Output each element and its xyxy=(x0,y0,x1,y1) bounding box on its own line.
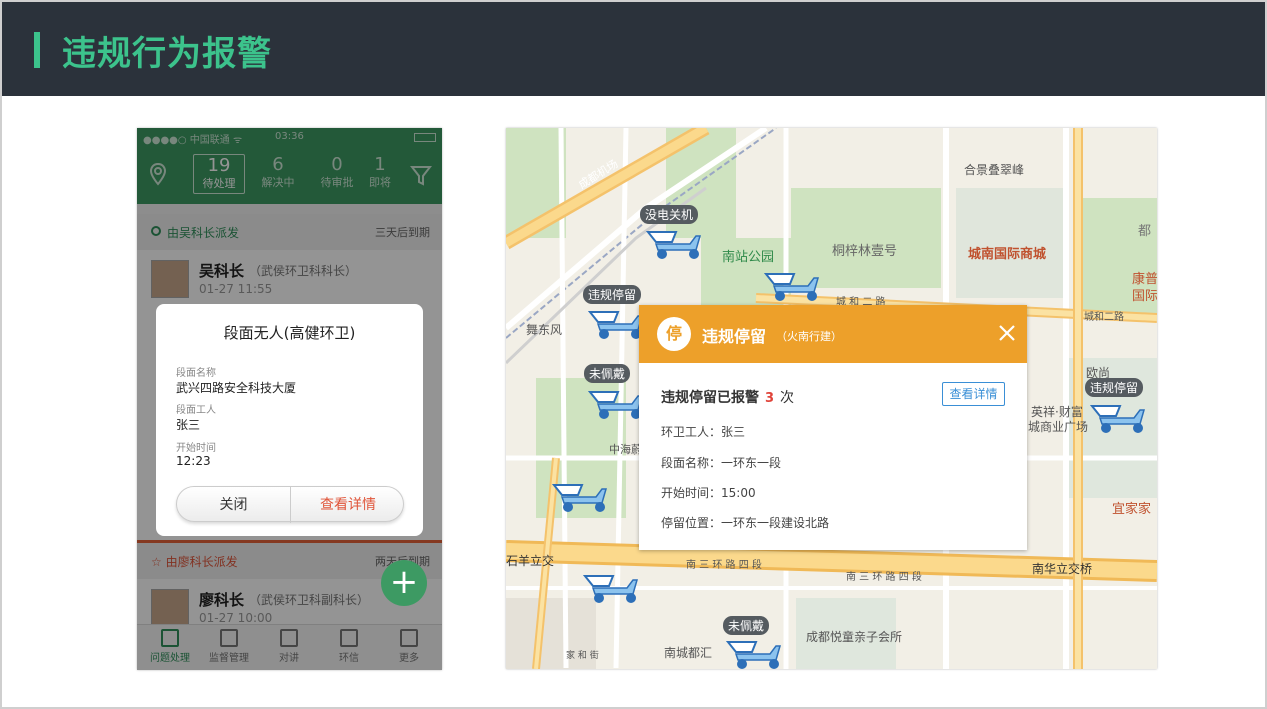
popup-header: 停 违规停留 （火南行建） xyxy=(639,305,1027,363)
map-label: 中海蔚 xyxy=(609,443,642,456)
popup-subtitle: （火南行建） xyxy=(776,330,842,343)
start-label: 开始时间 xyxy=(176,443,216,454)
add-button[interactable]: + xyxy=(381,560,427,606)
map-label: 南城都汇 xyxy=(664,646,713,660)
map-label: 舞东风 xyxy=(526,323,563,337)
scooter-marker-icon[interactable] xyxy=(552,481,614,515)
map-label: 南站公园 xyxy=(722,250,775,265)
map-label: 合景叠翠峰 xyxy=(964,163,1025,177)
alert-tag[interactable]: 没电关机 xyxy=(640,205,699,224)
map-label: 都 xyxy=(1138,224,1152,239)
map-label: 家 和 街 xyxy=(566,651,599,661)
map-label: 南 三 环 路 四 段 xyxy=(686,560,762,571)
popup-title: 违规停留 xyxy=(702,327,767,346)
map-label: 南华立交桥 xyxy=(1032,562,1093,576)
dialog-title: 段面无人(高健环卫) xyxy=(223,324,356,342)
alert-tag[interactable]: 违规停留 xyxy=(1085,378,1144,397)
map-label: 国际 xyxy=(1132,289,1157,304)
scooter-marker-icon[interactable] xyxy=(583,572,645,606)
map-view[interactable]: 成都机场 合景叠翠峰 南站公园 桐梓林壹号 城南国际商城 舞东风 中海蔚 欧尚 … xyxy=(506,128,1157,669)
close-button[interactable]: 关闭 xyxy=(177,487,291,523)
phone-screenshot: ●●●●○ 中国联通 ᯤ 03:36 19 待处理 6 解决中 0 待审批 1 … xyxy=(137,128,442,670)
stop-badge-icon: 停 xyxy=(657,317,691,351)
info-dialog: 段面无人(高健环卫) 段面名称 武兴四路安全科技大厦 段面工人 张三 开始时间 … xyxy=(156,304,423,536)
worker-value: 张三 xyxy=(176,418,201,432)
worker-label: 段面工人 xyxy=(176,405,216,416)
close-icon[interactable] xyxy=(997,323,1017,343)
alarm-prefix: 违规停留已报警 xyxy=(661,390,759,406)
map-label: 石羊立交 xyxy=(506,554,555,568)
alarm-summary: 违规停留已报警 3 次 xyxy=(661,387,794,407)
segment-value: 武兴四路安全科技大厦 xyxy=(176,381,297,395)
dialog-buttons: 关闭 查看详情 xyxy=(176,486,405,523)
map-label: 城南国际商城 xyxy=(968,247,1047,262)
map-label: 南 三 环 路 四 段 xyxy=(846,572,922,583)
map-label: 成都悦童亲子会所 xyxy=(806,630,903,644)
page-title: 违规行为报警 xyxy=(62,34,272,74)
map-label: 城和二路 xyxy=(1084,312,1124,323)
map-label: 宜家家 xyxy=(1112,502,1152,517)
alert-tag[interactable]: 未佩戴 xyxy=(723,616,770,635)
segment-row: 段面名称：一环东一段 xyxy=(661,456,782,470)
violation-popup: 停 违规停留 （火南行建） 违规停留已报警 3 次 查看详情 环卫工人：张三 段面名… xyxy=(639,305,1027,550)
scooter-marker-icon[interactable] xyxy=(726,638,788,669)
start-time-row: 开始时间：15:00 xyxy=(661,486,756,500)
segment-label: 段面名称 xyxy=(176,368,216,379)
scooter-marker-icon[interactable] xyxy=(1090,402,1152,436)
start-value: 12:23 xyxy=(176,454,211,468)
scooter-marker-icon[interactable] xyxy=(646,228,708,262)
map-label: 桐梓林壹号 xyxy=(832,244,898,259)
title-accent-bar xyxy=(34,32,40,68)
view-details-button[interactable]: 查看详情 xyxy=(291,487,405,523)
slide-header: 违规行为报警 xyxy=(2,2,1265,96)
map-label: 城商业广场 xyxy=(1028,420,1089,434)
location-row: 停留位置：一环东一段建设北路 xyxy=(661,516,830,530)
view-details-button[interactable]: 查看详情 xyxy=(942,382,1005,406)
alarm-unit: 次 xyxy=(780,390,795,406)
worker-row: 环卫工人：张三 xyxy=(661,425,746,439)
alert-tag[interactable]: 未佩戴 xyxy=(584,364,631,383)
alert-tag[interactable]: 违规停留 xyxy=(583,285,642,304)
scooter-marker-icon[interactable] xyxy=(764,270,826,304)
alarm-count: 3 xyxy=(765,391,775,406)
